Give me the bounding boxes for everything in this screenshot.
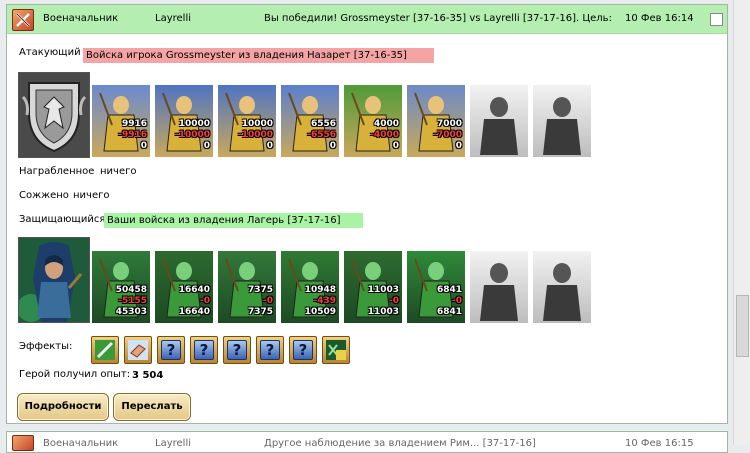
unit-remaining: 0 [329, 141, 336, 151]
report-header[interactable]: Военачальник Layrelli Вы победили! Gross… [7, 5, 727, 34]
unit-slot[interactable]: 10000 -10000 0 [218, 85, 276, 157]
defender-troops-tag: Ваши войска из владения Лагерь [37-17-16… [104, 213, 363, 228]
empty-slot-icon [543, 263, 581, 321]
question-icon[interactable]: ? [256, 336, 284, 364]
unit-loss: -0 [452, 296, 462, 306]
unit-loss: -10000 [237, 130, 273, 140]
effects-label: Эффекты: [19, 341, 73, 352]
unit-remaining: 45303 [115, 307, 147, 317]
next-report-date: 10 Фев 16:15 [625, 438, 694, 449]
report-player[interactable]: Layrelli [155, 13, 191, 24]
unit-loss: -0 [389, 296, 399, 306]
unit-loss: -0 [263, 296, 273, 306]
next-report[interactable]: Военачальник Layrelli Другое наблюдение … [6, 431, 728, 453]
unit-remaining: 11003 [367, 307, 399, 317]
unit-count: 7000 [436, 119, 462, 129]
burned-value: ничего [73, 190, 110, 201]
unit-count: 50458 [115, 285, 147, 295]
crossed-swords-icon [12, 9, 34, 31]
question-icon[interactable]: ? [157, 336, 185, 364]
empty-unit-slot[interactable] [533, 251, 591, 323]
unit-slot[interactable]: 10948 -439 10509 [281, 251, 339, 323]
attacker-label: Атакующий [19, 47, 81, 58]
unit-remaining: 10509 [304, 307, 336, 317]
details-button[interactable]: Подробности [17, 393, 109, 421]
sword-icon[interactable] [91, 336, 119, 364]
unit-remaining: 7375 [247, 307, 273, 317]
empty-slot-icon [480, 263, 518, 321]
unit-loss: -6556 [307, 130, 336, 140]
unit-loss: -4000 [370, 130, 399, 140]
scrollbar-thumb[interactable] [736, 295, 749, 357]
empty-slot-icon [480, 97, 518, 155]
unit-loss: -0 [200, 296, 210, 306]
unit-slot[interactable]: 16640 -0 16640 [155, 251, 213, 323]
unit-count: 10000 [241, 119, 273, 129]
unit-remaining: 6841 [436, 307, 462, 317]
attacker-troops-tag: Войска игрока Grossmeyster из владения Н… [83, 48, 434, 63]
next-report-summary[interactable]: Другое наблюдение за владением Рим... [3… [264, 438, 536, 449]
defender-label: Защищающийся [19, 214, 106, 225]
empty-unit-slot[interactable] [470, 251, 528, 323]
select-checkbox[interactable] [710, 13, 723, 26]
report-summary[interactable]: Вы победили! Grossmeyster [37-16-35] vs … [264, 13, 612, 24]
loot-value: ничего [100, 166, 137, 177]
battle-report: Военачальник Layrelli Вы победили! Gross… [6, 4, 728, 424]
unit-slot[interactable]: 50458 -5155 45303 [92, 251, 150, 323]
attacker-hero-emblem[interactable] [18, 72, 90, 158]
unit-count: 11003 [367, 285, 399, 295]
unit-count: 7375 [247, 285, 273, 295]
unit-remaining: 16640 [178, 307, 210, 317]
unit-count: 10948 [304, 285, 336, 295]
crossed-swords-icon [12, 435, 34, 451]
loot-label: Награбленное [19, 166, 95, 177]
scrollbar[interactable] [733, 0, 750, 445]
unit-count: 4000 [373, 119, 399, 129]
unit-loss: -5155 [118, 296, 147, 306]
defender-hero-portrait[interactable] [18, 237, 90, 323]
unit-remaining: 0 [455, 141, 462, 151]
empty-unit-slot[interactable] [470, 85, 528, 157]
report-date: 10 Фев 16:14 [625, 13, 694, 24]
unit-loss: -7000 [433, 130, 462, 140]
unit-remaining: 0 [266, 141, 273, 151]
question-icon[interactable]: ? [289, 336, 317, 364]
unit-remaining: 0 [140, 141, 147, 151]
report-type: Военачальник [43, 13, 119, 24]
unit-slot[interactable]: 7375 -0 7375 [218, 251, 276, 323]
unit-count: 6556 [310, 119, 336, 129]
unit-slot[interactable]: 7000 -7000 0 [407, 85, 465, 157]
experience-value: 3 504 [132, 370, 164, 381]
empty-slot-icon [543, 97, 581, 155]
unit-count: 6841 [436, 285, 462, 295]
next-report-type: Военачальник [43, 438, 119, 449]
unit-slot[interactable]: 4000 -4000 0 [344, 85, 402, 157]
unit-loss: -9916 [118, 130, 147, 140]
unit-remaining: 0 [392, 141, 399, 151]
question-icon[interactable]: ? [190, 336, 218, 364]
empty-unit-slot[interactable] [533, 85, 591, 157]
unit-count: 9916 [121, 119, 147, 129]
question-icon[interactable]: ? [223, 336, 251, 364]
next-report-player[interactable]: Layrelli [155, 438, 191, 449]
unit-count: 10000 [178, 119, 210, 129]
unit-slot[interactable]: 6841 -0 6841 [407, 251, 465, 323]
unit-slot[interactable]: 9916 -9916 0 [92, 85, 150, 157]
unit-slot[interactable]: 6556 -6556 0 [281, 85, 339, 157]
unit-slot[interactable]: 10000 -10000 0 [155, 85, 213, 157]
unit-loss: -439 [313, 296, 336, 306]
unit-count: 16640 [178, 285, 210, 295]
xp-bonus-icon[interactable] [322, 336, 350, 364]
unit-slot[interactable]: 11003 -0 11003 [344, 251, 402, 323]
hand-icon[interactable] [124, 336, 152, 364]
burned-label: Сожжено [19, 190, 69, 201]
experience-label: Герой получил опыт: [19, 369, 131, 380]
unit-remaining: 0 [203, 141, 210, 151]
unit-loss: -10000 [174, 130, 210, 140]
forward-button[interactable]: Переслать [113, 393, 191, 421]
